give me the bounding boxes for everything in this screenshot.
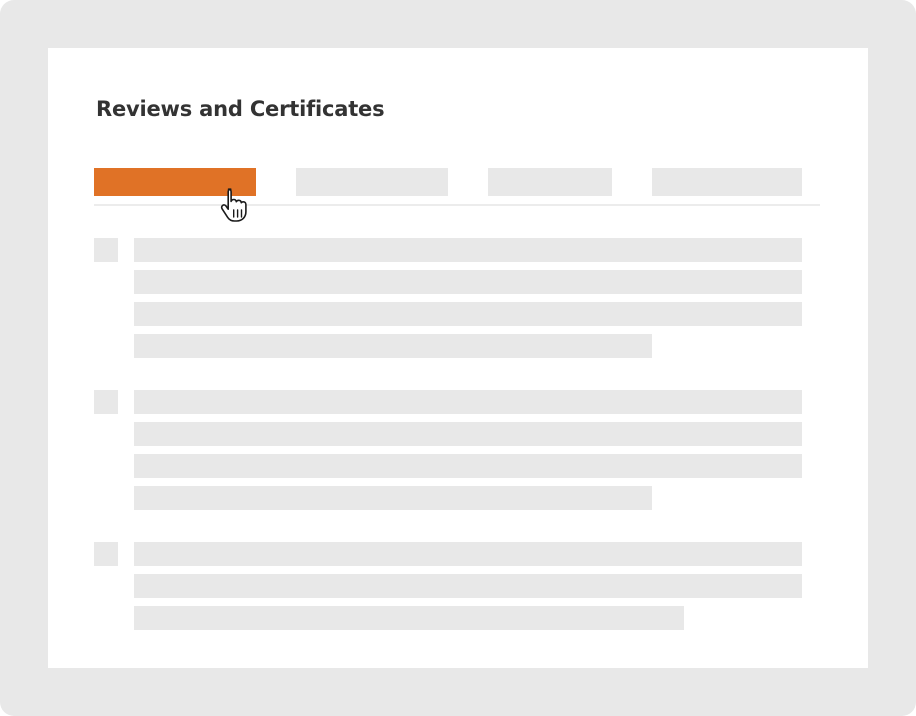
- tab-divider: [94, 204, 820, 206]
- text-line-placeholder: [134, 270, 802, 294]
- tab-2[interactable]: [296, 168, 448, 196]
- list-item-icon-placeholder: [94, 542, 118, 566]
- text-line-placeholder: [134, 542, 802, 566]
- tab-3[interactable]: [488, 168, 612, 196]
- list-item-icon-placeholder: [94, 390, 118, 414]
- text-line-placeholder: [134, 334, 652, 358]
- text-line-placeholder: [134, 574, 802, 598]
- text-line-placeholder: [134, 454, 802, 478]
- page-title: Reviews and Certificates: [96, 97, 385, 121]
- list-item-icon-placeholder: [94, 238, 118, 262]
- hand-pointer-icon: [220, 188, 247, 222]
- text-line-placeholder: [134, 302, 802, 326]
- text-line-placeholder: [134, 390, 802, 414]
- text-line-placeholder: [134, 486, 652, 510]
- reviews-panel: Reviews and Certificates: [48, 48, 868, 668]
- text-line-placeholder: [134, 422, 802, 446]
- text-line-placeholder: [134, 238, 802, 262]
- text-line-placeholder: [134, 606, 684, 630]
- tab-4[interactable]: [652, 168, 802, 196]
- outer-frame: Reviews and Certificates: [0, 0, 916, 716]
